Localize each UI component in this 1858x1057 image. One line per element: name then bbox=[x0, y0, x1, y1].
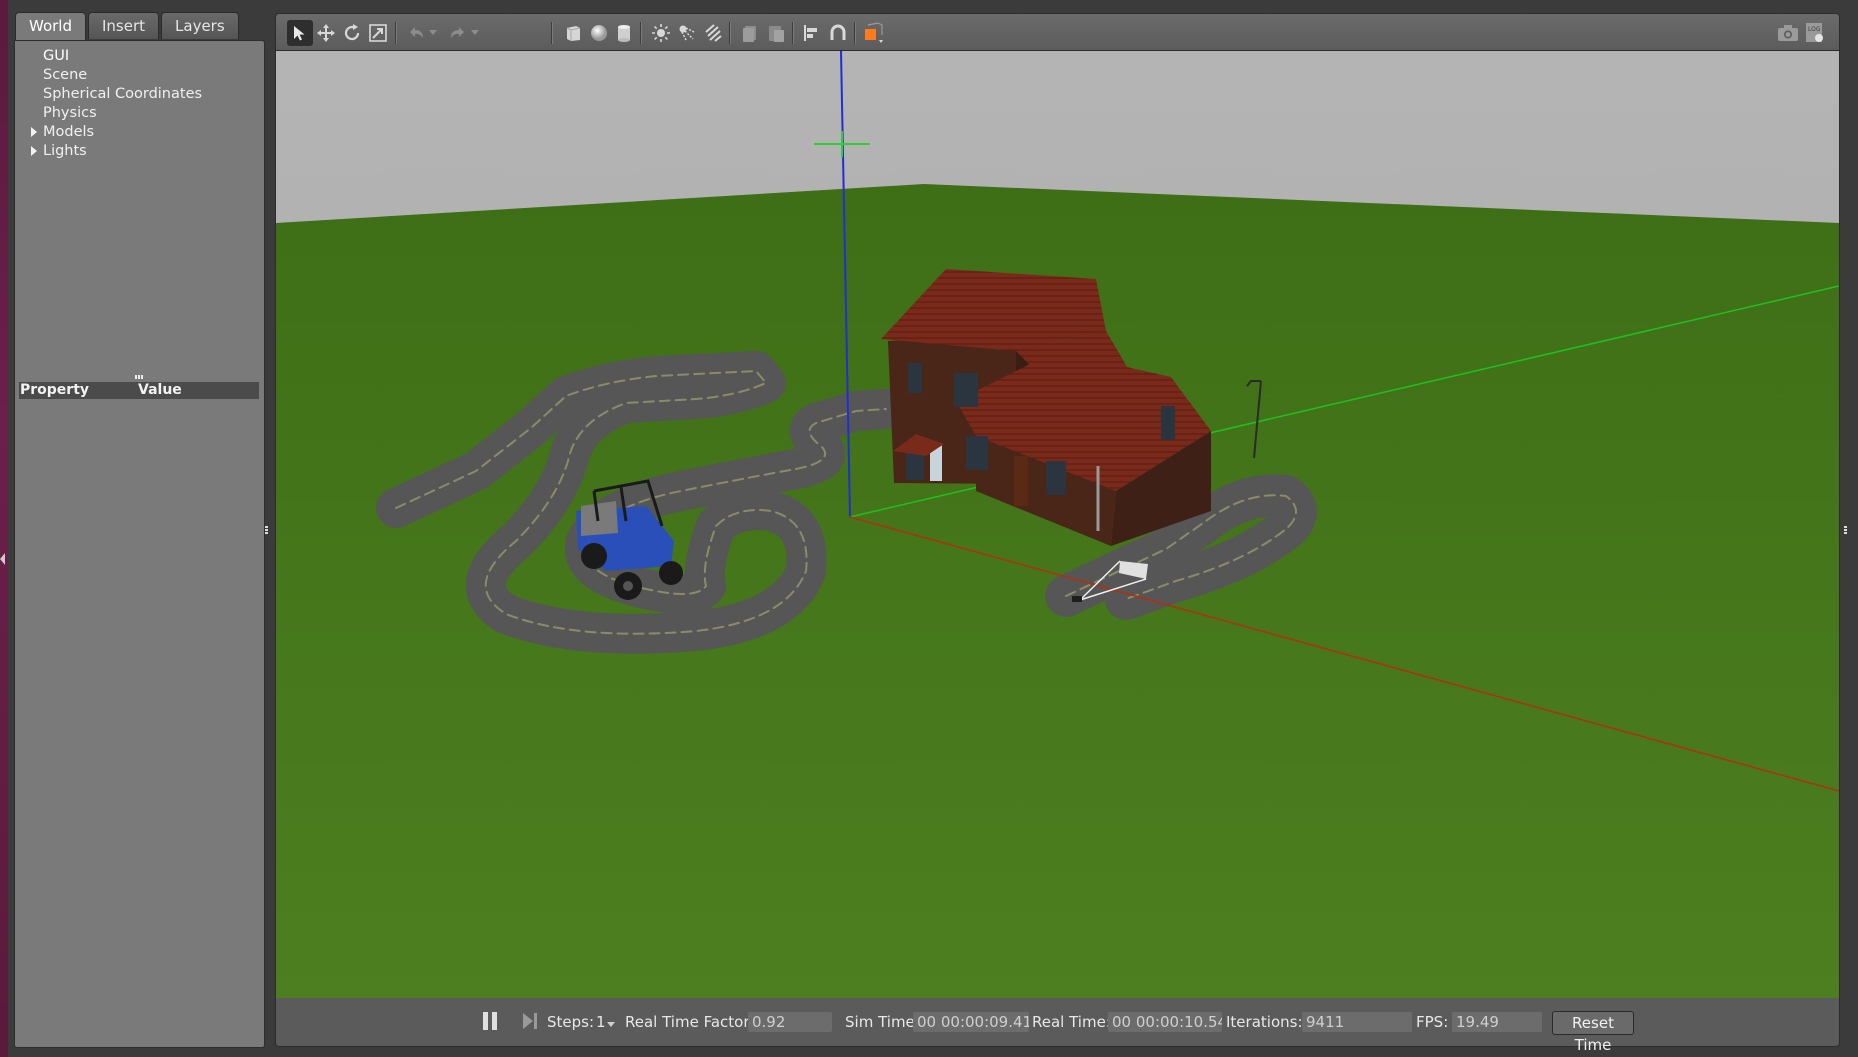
panel-splitter-handle[interactable] bbox=[135, 375, 145, 379]
pause-icon bbox=[483, 1012, 488, 1030]
steps-label: Steps: bbox=[547, 1013, 595, 1031]
tree-item-physics[interactable]: Physics bbox=[15, 104, 264, 123]
left-panel-tabs: World Insert Layers bbox=[15, 12, 241, 41]
simulation-status-bar: Steps: 1 Real Time Factor: 0.92 Sim Time… bbox=[275, 998, 1840, 1054]
expand-arrow-icon[interactable] bbox=[31, 127, 37, 137]
toolbar-separator bbox=[854, 22, 856, 44]
fps-value: 19.49 bbox=[1452, 1012, 1542, 1032]
toolbar-separator bbox=[395, 22, 397, 44]
rotate-icon[interactable] bbox=[339, 20, 365, 46]
toolbar-separator bbox=[551, 22, 553, 44]
property-table-header: Property Value bbox=[19, 382, 259, 399]
step-icon bbox=[523, 1013, 537, 1029]
sim-time-value: 00 00:00:09.411 bbox=[913, 1012, 1029, 1032]
steps-dropdown-icon[interactable] bbox=[607, 1022, 615, 1028]
snap-icon[interactable] bbox=[825, 20, 851, 46]
tree-item-lights[interactable]: Lights bbox=[15, 142, 264, 161]
world-tree: GUI Scene Spherical Coordinates Physics … bbox=[15, 47, 264, 161]
tree-item-spherical-coordinates[interactable]: Spherical Coordinates bbox=[15, 85, 264, 104]
scene-render bbox=[276, 51, 1839, 999]
scene-viewport[interactable] bbox=[275, 50, 1840, 1000]
directional-light-icon[interactable] bbox=[700, 20, 726, 46]
scale-icon[interactable] bbox=[365, 20, 391, 46]
align-icon[interactable] bbox=[799, 20, 825, 46]
step-button[interactable] bbox=[522, 1012, 538, 1030]
toolbar-separator bbox=[792, 22, 794, 44]
sphere-icon[interactable] bbox=[586, 20, 612, 46]
tab-insert[interactable]: Insert bbox=[88, 12, 160, 39]
paste-icon[interactable] bbox=[763, 20, 789, 46]
svg-text:LOG: LOG bbox=[1808, 26, 1821, 33]
iterations-value: 9411 bbox=[1302, 1012, 1412, 1032]
property-column-header: Property bbox=[20, 382, 90, 398]
scene-toolbar: LOG bbox=[275, 13, 1840, 50]
real-time-label: Real Time: bbox=[1032, 1013, 1111, 1031]
translate-icon[interactable] bbox=[313, 20, 339, 46]
box-icon[interactable] bbox=[560, 20, 586, 46]
tree-item-scene[interactable]: Scene bbox=[15, 66, 264, 85]
copy-icon[interactable] bbox=[737, 20, 763, 46]
panel-collapse-grip[interactable] bbox=[265, 526, 268, 535]
tree-item-lights-label: Lights bbox=[43, 143, 87, 159]
sim-time-label: Sim Time: bbox=[845, 1013, 920, 1031]
screenshot-icon[interactable] bbox=[1775, 20, 1801, 46]
pause-button[interactable] bbox=[483, 1012, 499, 1030]
point-light-icon[interactable] bbox=[648, 20, 674, 46]
spot-light-icon[interactable] bbox=[674, 20, 700, 46]
redo-history-dropdown-icon[interactable] bbox=[468, 20, 482, 46]
real-time-factor-value: 0.92 bbox=[748, 1012, 832, 1032]
edge-handle-icon[interactable] bbox=[0, 553, 5, 565]
reset-time-button[interactable]: Reset Time bbox=[1552, 1011, 1634, 1054]
undo-history-dropdown-icon[interactable] bbox=[426, 20, 440, 46]
world-panel: GUI Scene Spherical Coordinates Physics … bbox=[14, 40, 265, 1048]
tab-layers[interactable]: Layers bbox=[161, 12, 239, 39]
toolbar-separator bbox=[729, 22, 731, 44]
tree-item-models[interactable]: Models bbox=[15, 123, 264, 142]
log-icon[interactable]: LOG bbox=[1802, 20, 1828, 46]
right-panel-grip[interactable] bbox=[1844, 526, 1847, 535]
value-column-header: Value bbox=[138, 382, 182, 398]
select-arrow-icon[interactable] bbox=[287, 20, 313, 46]
tree-item-models-label: Models bbox=[43, 124, 95, 140]
cylinder-icon[interactable] bbox=[611, 20, 637, 46]
iterations-label: Iterations: bbox=[1226, 1013, 1303, 1031]
tree-item-gui[interactable]: GUI bbox=[15, 47, 264, 66]
tab-world[interactable]: World bbox=[15, 12, 86, 41]
expand-arrow-icon[interactable] bbox=[31, 146, 37, 156]
window-left-edge bbox=[0, 0, 8, 1057]
steps-value[interactable]: 1 bbox=[596, 1013, 606, 1031]
toolbar-separator bbox=[640, 22, 642, 44]
real-time-factor-label: Real Time Factor: bbox=[625, 1013, 755, 1031]
view-angle-icon[interactable] bbox=[861, 20, 887, 46]
real-time-value: 00 00:00:10.549 bbox=[1108, 1012, 1222, 1032]
fps-label: FPS: bbox=[1416, 1013, 1449, 1031]
